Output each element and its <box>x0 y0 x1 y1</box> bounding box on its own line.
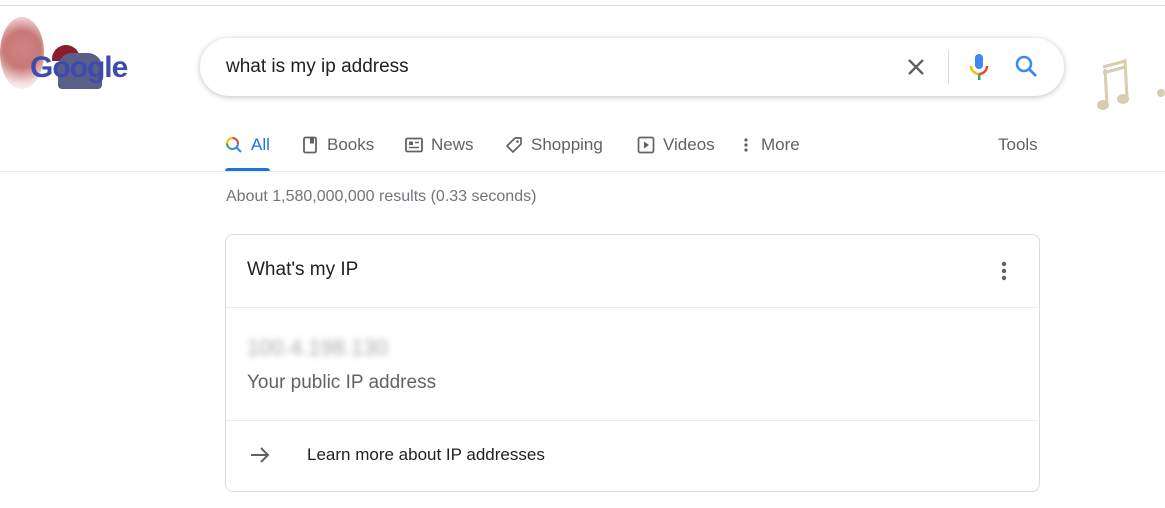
search-tabs: All Books News Shopping Videos More Tool… <box>0 120 1165 172</box>
top-border <box>0 5 1165 6</box>
search-input[interactable] <box>226 52 866 82</box>
ip-address-value: 100.4.198.130 <box>247 335 388 360</box>
search-box <box>200 38 1064 96</box>
tab-shopping[interactable]: Shopping <box>505 132 603 158</box>
close-icon <box>908 59 924 75</box>
search-divider <box>948 50 949 84</box>
voice-search-button[interactable] <box>966 52 992 82</box>
card-menu-button[interactable] <box>994 259 1014 283</box>
tools-label: Tools <box>998 135 1038 154</box>
search-icon <box>225 136 243 154</box>
music-notes-decoration <box>1097 59 1165 110</box>
mic-icon <box>969 54 989 80</box>
arrow-right-icon <box>251 447 270 463</box>
clear-search-button[interactable] <box>904 55 928 79</box>
tab-label: Books <box>327 135 375 154</box>
book-icon <box>301 136 319 154</box>
tab-books[interactable]: Books <box>301 132 374 158</box>
ip-answer-card: What's my IP 100.4.198.130 Your public I… <box>225 234 1040 492</box>
search-button[interactable] <box>1014 54 1040 80</box>
tabs-divider <box>0 171 1165 172</box>
card-title: What's my IP <box>247 259 359 280</box>
learn-more-link[interactable]: Learn more about IP addresses <box>226 421 1039 491</box>
tab-videos[interactable]: Videos <box>637 132 715 158</box>
newspaper-icon <box>405 136 423 154</box>
tab-all[interactable]: All <box>225 132 270 158</box>
tab-news[interactable]: News <box>405 132 474 158</box>
tab-label: All <box>251 135 270 154</box>
tab-label: More <box>761 135 800 154</box>
tab-label: Shopping <box>531 135 603 154</box>
logo-text: Google <box>30 51 128 84</box>
google-doodle-logo[interactable]: Google <box>0 15 160 105</box>
ip-address-label: Your public IP address <box>247 372 437 393</box>
card-divider <box>226 307 1039 308</box>
vertical-dots-icon <box>1001 261 1007 281</box>
tab-label: News <box>431 135 474 154</box>
tab-more[interactable]: More <box>741 132 800 158</box>
tab-label: Videos <box>663 135 715 154</box>
vertical-dots-icon <box>741 136 751 154</box>
search-icon <box>1015 55 1037 77</box>
tools-button[interactable]: Tools <box>998 132 1038 158</box>
result-stats: About 1,580,000,000 results (0.33 second… <box>226 188 537 205</box>
learn-more-text: Learn more about IP addresses <box>307 445 545 464</box>
tag-icon <box>505 136 523 154</box>
play-icon <box>637 136 655 154</box>
